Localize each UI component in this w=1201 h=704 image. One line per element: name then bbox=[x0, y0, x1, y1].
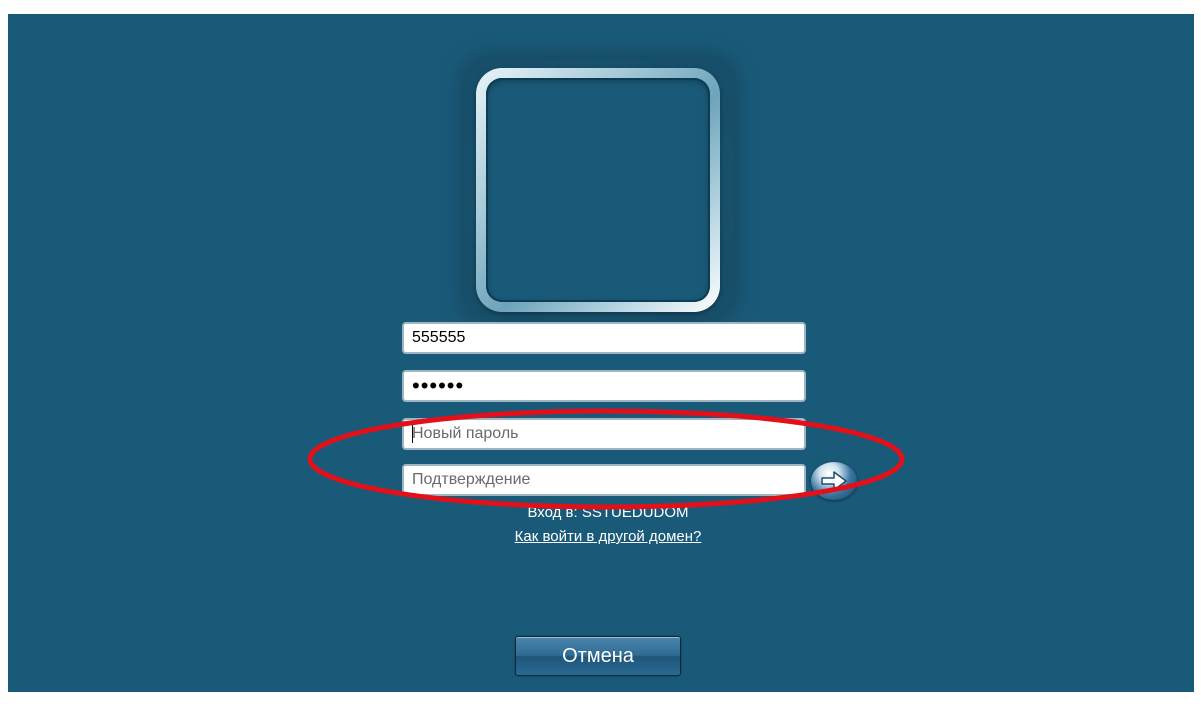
user-avatar-frame bbox=[464, 58, 734, 320]
current-password-field[interactable] bbox=[402, 370, 806, 402]
new-password-field[interactable] bbox=[402, 418, 806, 450]
avatar-border bbox=[476, 68, 720, 312]
arrow-right-icon bbox=[821, 471, 847, 491]
avatar-placeholder bbox=[486, 78, 710, 302]
cancel-button[interactable]: Отмена bbox=[515, 636, 681, 676]
submit-arrow-button[interactable] bbox=[811, 462, 857, 500]
logon-domain-text: Вход в: SSTUEDUDOM bbox=[527, 504, 689, 521]
username-field[interactable] bbox=[402, 322, 806, 354]
logon-screen: Вход в: SSTUEDUDOM Как войти в другой до… bbox=[8, 14, 1194, 692]
confirm-password-field[interactable] bbox=[402, 464, 806, 496]
text-caret bbox=[412, 425, 413, 443]
other-domain-link[interactable]: Как войти в другой домен? bbox=[388, 528, 828, 545]
